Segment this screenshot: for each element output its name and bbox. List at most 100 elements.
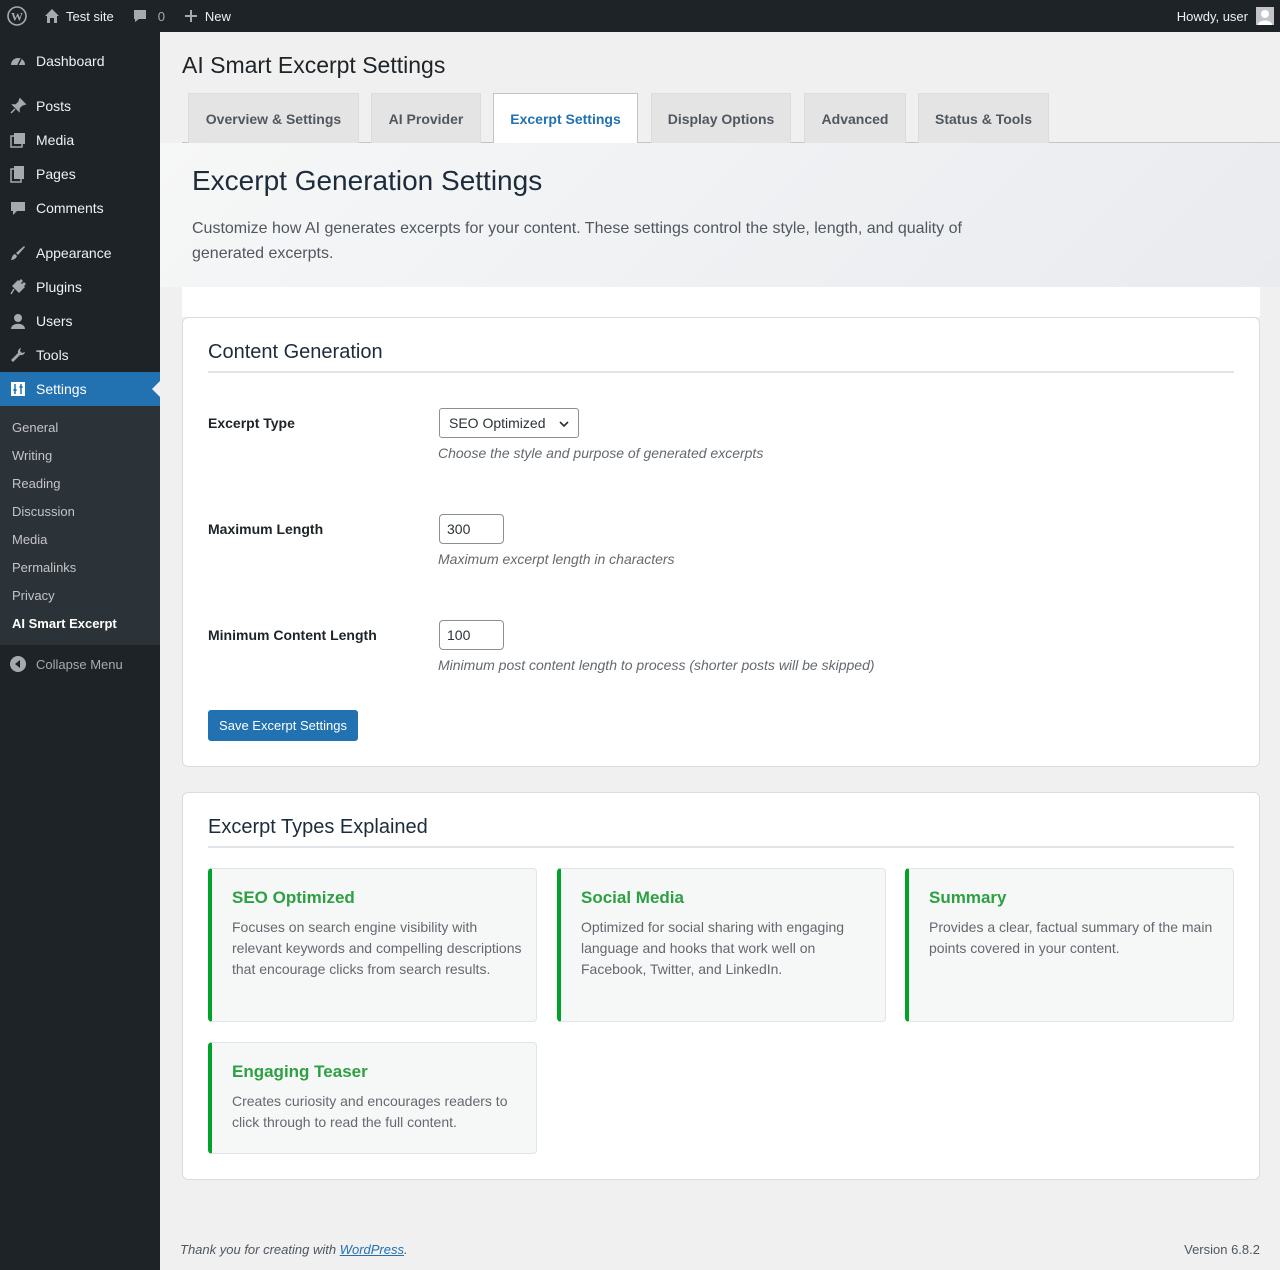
type-card-social-media: Social Media Optimized for social sharin…	[557, 868, 886, 1022]
pin-icon	[8, 96, 28, 116]
tab-excerpt-settings[interactable]: Excerpt Settings	[493, 93, 638, 144]
sidebar-item-pages[interactable]: Pages	[0, 157, 160, 191]
hero-section: Excerpt Generation Settings Customize ho…	[160, 143, 1280, 287]
submenu-item-writing[interactable]: Writing	[0, 441, 160, 469]
my-account-link[interactable]: Howdy, user	[1169, 0, 1280, 32]
divider	[208, 371, 1234, 373]
greeting: Howdy, user	[1176, 8, 1248, 24]
collapse-menu-button[interactable]: Collapse Menu	[0, 647, 160, 681]
new-label: New	[204, 8, 231, 24]
excerpt-type-value: SEO Optimized	[449, 415, 546, 431]
dashboard-icon	[8, 51, 28, 71]
sidebar-item-dashboard[interactable]: Dashboard	[0, 44, 160, 78]
submenu-item-discussion[interactable]: Discussion	[0, 497, 160, 525]
tab-status-tools[interactable]: Status & Tools	[918, 93, 1049, 143]
type-card-text: Focuses on search engine visibility with…	[232, 919, 522, 977]
save-excerpt-settings-button[interactable]: Save Excerpt Settings	[208, 710, 358, 741]
pages-icon	[8, 164, 28, 184]
plus-icon	[181, 6, 201, 26]
comments-count: 0	[157, 8, 165, 24]
sidebar-item-comments[interactable]: Comments	[0, 191, 160, 225]
hero-description: Customize how AI generates excerpts for …	[192, 220, 962, 262]
type-card-text: Optimized for social sharing with engagi…	[581, 919, 845, 977]
sidebar-item-label: Settings	[36, 381, 87, 397]
max-length-description: Maximum excerpt length in characters	[438, 551, 675, 567]
home-icon	[42, 6, 62, 26]
chevron-down-icon	[558, 417, 570, 433]
avatar	[1256, 7, 1274, 25]
sidebar-item-label: Dashboard	[36, 53, 105, 69]
tab-display-options[interactable]: Display Options	[651, 93, 791, 143]
admin-sidebar: Dashboard Posts Media Pages Comments App…	[0, 32, 160, 1270]
submenu-item-media[interactable]: Media	[0, 525, 160, 553]
type-card-engaging-teaser: Engaging Teaser Creates curiosity and en…	[208, 1042, 537, 1154]
sidebar-item-users[interactable]: Users	[0, 304, 160, 338]
tab-advanced[interactable]: Advanced	[804, 93, 906, 143]
sidebar-item-label: Users	[36, 313, 73, 329]
sidebar-item-posts[interactable]: Posts	[0, 89, 160, 123]
admin-bar: W Test site 0 New Howdy, user	[0, 0, 1280, 32]
media-icon	[8, 130, 28, 150]
sidebar-item-label: Tools	[36, 347, 69, 363]
wordpress-link[interactable]: WordPress	[340, 1242, 404, 1257]
brush-icon	[8, 243, 28, 263]
min-content-length-label: Minimum Content Length	[208, 627, 377, 643]
type-card-seo-optimized: SEO Optimized Focuses on search engine v…	[208, 868, 537, 1022]
footer-thanks-prefix: Thank you for creating with	[180, 1242, 340, 1257]
sliders-icon	[8, 379, 28, 399]
plugin-icon	[8, 277, 28, 297]
excerpt-type-select[interactable]: SEO Optimized	[439, 408, 579, 438]
divider	[208, 846, 1234, 848]
collapse-arrow-icon	[8, 654, 28, 674]
section-heading: Excerpt Types Explained	[208, 816, 428, 838]
content-strip	[182, 287, 1260, 317]
hero-title: Excerpt Generation Settings	[192, 165, 543, 196]
footer-thanks-suffix: .	[404, 1242, 408, 1257]
sidebar-item-plugins[interactable]: Plugins	[0, 270, 160, 304]
sidebar-item-label: Media	[36, 132, 75, 148]
type-card-text: Provides a clear, factual summary of the…	[929, 919, 1213, 956]
wordpress-logo-icon[interactable]: W	[0, 0, 34, 32]
site-name-link[interactable]: Test site	[34, 0, 122, 32]
page-title: AI Smart Excerpt Settings	[182, 52, 446, 78]
comments-link[interactable]: 0	[122, 0, 173, 32]
submenu-item-privacy[interactable]: Privacy	[0, 581, 160, 609]
sidebar-item-media[interactable]: Media	[0, 123, 160, 157]
sidebar-item-label: Posts	[36, 98, 72, 114]
site-name: Test site	[66, 8, 114, 24]
type-card-title: Engaging Teaser	[232, 1062, 368, 1081]
excerpt-type-label: Excerpt Type	[208, 415, 295, 431]
collapse-label: Collapse Menu	[36, 656, 123, 672]
type-card-title: SEO Optimized	[232, 888, 355, 907]
sidebar-item-label: Plugins	[36, 279, 82, 295]
min-content-length-input[interactable]: 100	[439, 620, 504, 650]
settings-tabs: Overview & Settings AI Provider Excerpt …	[182, 93, 1280, 144]
comment-bubble-icon	[130, 6, 150, 26]
submenu-item-permalinks[interactable]: Permalinks	[0, 553, 160, 581]
user-icon	[8, 311, 28, 331]
submenu-item-general[interactable]: General	[0, 413, 160, 441]
min-content-length-description: Minimum post content length to process (…	[438, 657, 875, 673]
type-card-summary: Summary Provides a clear, factual summar…	[905, 868, 1234, 1022]
section-heading: Content Generation	[208, 341, 383, 363]
sidebar-item-label: Appearance	[36, 245, 112, 261]
submenu-item-ai-smart-excerpt[interactable]: AI Smart Excerpt	[0, 609, 160, 637]
type-card-title: Summary	[929, 888, 1007, 907]
new-content-link[interactable]: New	[173, 0, 239, 32]
max-length-input[interactable]: 300	[439, 514, 504, 544]
main-content: AI Smart Excerpt Settings Overview & Set…	[160, 32, 1280, 1270]
sidebar-item-settings[interactable]: Settings	[0, 372, 160, 406]
wrench-icon	[8, 345, 28, 365]
submenu-item-reading[interactable]: Reading	[0, 469, 160, 497]
tab-ai-provider[interactable]: AI Provider	[371, 93, 481, 143]
content-generation-card: Content Generation Excerpt Type SEO Opti…	[182, 317, 1260, 767]
sidebar-item-tools[interactable]: Tools	[0, 338, 160, 372]
sidebar-item-label: Pages	[36, 166, 76, 182]
footer-version: Version 6.8.2	[1184, 1242, 1260, 1257]
sidebar-item-appearance[interactable]: Appearance	[0, 236, 160, 270]
type-card-text: Creates curiosity and encourages readers…	[232, 1093, 508, 1130]
tab-overview-settings[interactable]: Overview & Settings	[188, 93, 359, 143]
sidebar-item-label: Comments	[36, 200, 104, 216]
type-card-title: Social Media	[581, 888, 684, 907]
settings-submenu: General Writing Reading Discussion Media…	[0, 406, 160, 645]
